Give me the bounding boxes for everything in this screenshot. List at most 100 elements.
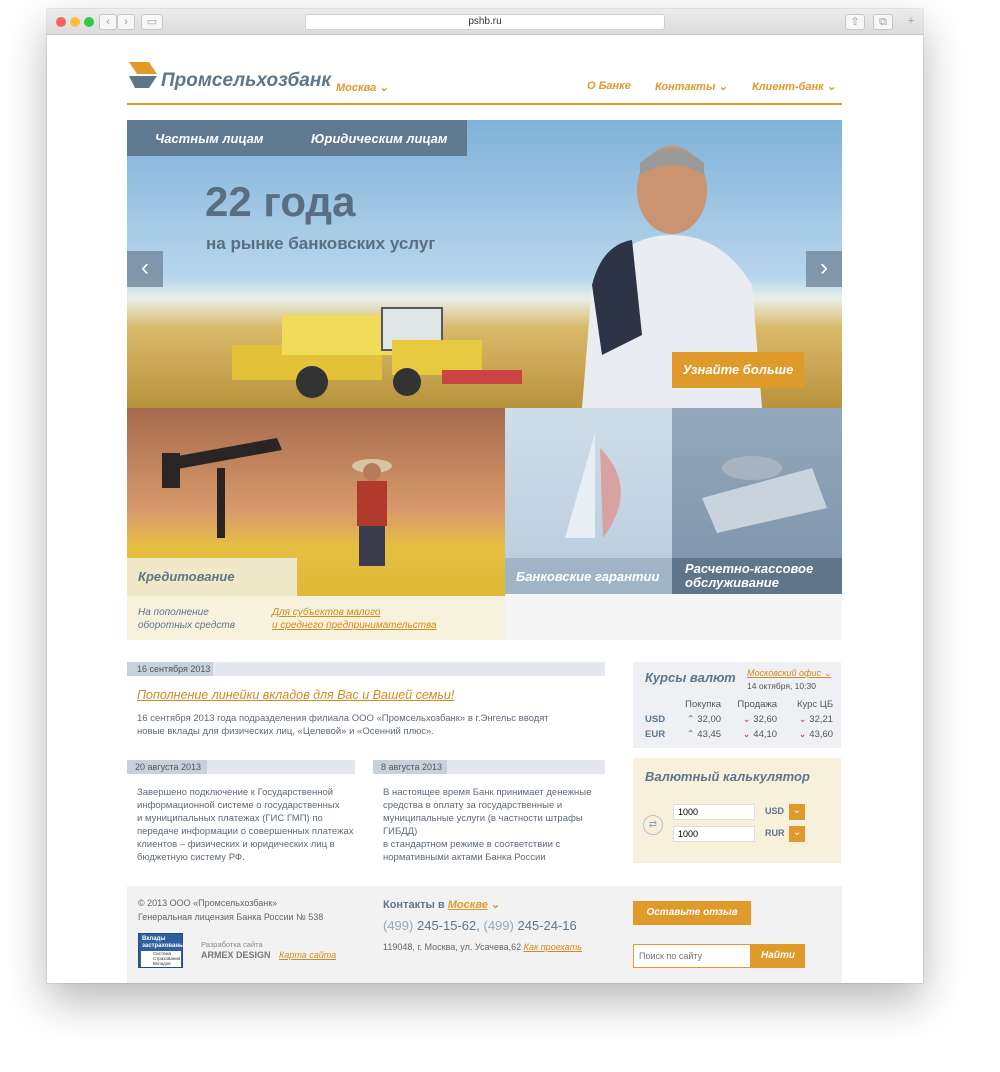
news-main-date-bar: 16 сентября 2013: [127, 662, 605, 676]
zoom-dot-icon[interactable]: [84, 17, 94, 27]
currency-usd: USD: [645, 714, 666, 725]
search-button[interactable]: Найти: [751, 944, 805, 968]
footer-license: Генеральная лицензия Банка России № 538: [138, 912, 324, 922]
logo-text[interactable]: Промсельхозбанк: [161, 70, 331, 92]
minimize-dot-icon[interactable]: [70, 17, 80, 27]
calc-amount-1[interactable]: [673, 804, 755, 820]
cash-services-tile[interactable]: Расчетно-кассовое обслуживание: [672, 408, 842, 594]
share-icon[interactable]: ⇧: [845, 14, 865, 30]
chevron-down-icon[interactable]: ⌄: [789, 826, 805, 842]
phone1: 245-15-62,: [416, 918, 480, 933]
chevron-down-icon[interactable]: ⌄: [789, 804, 805, 820]
news-right-date: 8 августа 2013: [373, 760, 447, 774]
next-arrow-icon[interactable]: ›: [806, 251, 842, 287]
usd-buy: 32,00: [697, 714, 722, 725]
news-main-text: 16 сентября 2013 года подразделения фили…: [137, 713, 549, 737]
guarantees-title: Банковские гарантии: [516, 569, 660, 584]
documents-image: [702, 456, 827, 533]
tiles-bottom-strip: [505, 594, 842, 640]
credit-links: На пополнение оборотных средств Для субъ…: [127, 596, 505, 640]
url-text: pshb.ru: [468, 16, 502, 27]
hero-subtitle: на рынке банковских услуг: [206, 234, 436, 253]
badge-sub: Система Страхования Вкладов: [141, 951, 181, 967]
hero-tabs: Частным лицам Юридическим лицам: [127, 120, 467, 156]
rates-col-sell: Продажа: [737, 699, 778, 710]
rates-col-cb: Курс ЦБ: [796, 699, 834, 710]
news-left-date-bar: 20 августа 2013: [127, 760, 355, 774]
sailboat-image: [565, 433, 621, 538]
arrow-down-icon: ⌄: [742, 714, 751, 725]
credit-link-sme[interactable]: Для субъектов малого и среднего предприн…: [272, 606, 437, 632]
contacts-label: Контакты в: [383, 899, 445, 911]
footer-dev-name[interactable]: ARMEX DESIGN: [201, 950, 271, 960]
news-main-date: 16 сентября 2013: [127, 662, 213, 676]
tab-business[interactable]: Юридическим лицам: [311, 131, 447, 146]
nav-contacts[interactable]: Контакты ⌄: [655, 80, 728, 93]
forward-icon[interactable]: ›: [117, 14, 135, 30]
city-label: Москва: [336, 82, 377, 94]
news-main-title[interactable]: Пополнение линейки вкладов для Вас и Ваш…: [137, 688, 454, 702]
close-dot-icon[interactable]: [56, 17, 66, 27]
swap-icon[interactable]: ⇄: [643, 815, 663, 835]
feedback-button[interactable]: Оставьте отзыв: [633, 901, 751, 925]
news-left-text[interactable]: Завершено подключение к Государственной …: [137, 786, 357, 864]
chevron-down-icon: ⌄: [379, 82, 389, 94]
usd-cb: 32,21: [809, 714, 834, 725]
rates-office-label: Московский офис: [747, 668, 822, 678]
badge-text: Вклады застрахованы: [142, 936, 185, 949]
address-bar[interactable]: pshb.ru: [305, 14, 665, 30]
credit-title: Кредитование: [138, 569, 235, 584]
phone1-code: (499): [383, 918, 414, 933]
route-link[interactable]: Как проехать: [524, 942, 582, 952]
cash-label-box: Расчетно-кассовое обслуживание: [672, 558, 842, 594]
address: 119048, г. Москва, ул. Усачева,62: [383, 942, 522, 952]
phone2-code: (499): [483, 918, 514, 933]
calculator-panel: Валютный калькулятор ⇄ USD ⌄ RUR ⌄: [633, 758, 841, 863]
chevron-down-icon: ⌄: [826, 81, 836, 93]
currency-eur: EUR: [645, 729, 666, 740]
chevron-down-icon: ⌄: [823, 668, 832, 678]
credit-link-working-capital[interactable]: На пополнение оборотных средств: [138, 606, 235, 632]
nav-contacts-label: Контакты: [655, 81, 716, 93]
news-right-date-bar: 8 августа 2013: [373, 760, 605, 774]
calc-currency-2[interactable]: RUR: [765, 828, 785, 838]
eur-sell: 44,10: [753, 729, 778, 740]
nav-about[interactable]: О Банке: [587, 80, 631, 92]
arrow-down-icon: ⌄: [798, 714, 807, 725]
rates-office-selector[interactable]: Московский офис ⌄: [747, 668, 831, 679]
logo-icon[interactable]: [127, 60, 159, 90]
rates-panel: Курсы валют Московский офис ⌄ 14 октября…: [633, 662, 841, 748]
deposit-insurance-badge[interactable]: Вклады застрахованы Система Страхования …: [138, 933, 185, 968]
hero-slider: Частным лицам Юридическим лицам 22 года …: [127, 120, 842, 408]
sidebar-icon[interactable]: ▭: [141, 14, 163, 30]
guarantees-tile[interactable]: Банковские гарантии: [505, 408, 672, 594]
calc-currency-1[interactable]: USD: [765, 806, 784, 816]
rates-row-usd: USD ⌃ 32,00 ⌄ 32,60 ⌄ 32,21: [641, 712, 837, 727]
new-tab-icon[interactable]: +: [903, 14, 919, 30]
browser-toolbar: ‹ › ▭ pshb.ru ⇧ ⧉ +: [47, 9, 923, 35]
footer-copyright: © 2013 ООО «Промсельхозбанк»: [138, 898, 278, 908]
harvester-image: [232, 307, 522, 398]
oil-pump-image: [162, 438, 282, 538]
city-selector[interactable]: Москва ⌄: [336, 81, 388, 94]
search-input[interactable]: [633, 944, 751, 968]
nav-client-bank[interactable]: Клиент-банк ⌄: [752, 80, 836, 93]
arrow-down-icon: ⌄: [742, 729, 751, 740]
back-icon[interactable]: ‹: [99, 14, 117, 30]
header-divider: [127, 103, 842, 105]
tabs-icon[interactable]: ⧉: [873, 14, 893, 30]
eur-cb: 43,60: [809, 729, 834, 740]
chevron-down-icon: ⌄: [718, 81, 728, 93]
tab-private[interactable]: Частным лицам: [155, 131, 264, 146]
news-left-date: 20 августа 2013: [127, 760, 207, 774]
news-right-text[interactable]: В настоящее время Банк принимает денежны…: [383, 786, 613, 864]
rates-table: Покупка Продажа Курс ЦБ USD ⌃ 32,00 ⌄ 32…: [641, 697, 837, 742]
prev-arrow-icon[interactable]: ‹: [127, 251, 163, 287]
contacts-city-selector[interactable]: Москве: [448, 899, 488, 911]
sitemap-link[interactable]: Карта сайта: [279, 950, 336, 960]
cash-title: Расчетно-кассовое обслуживание: [685, 561, 814, 590]
learn-more-button[interactable]: Узнайте больше: [672, 352, 804, 388]
calc-amount-2[interactable]: [673, 826, 755, 842]
credit-tile[interactable]: Кредитование На пополнение оборотных сре…: [127, 408, 505, 640]
eur-buy: 43,45: [697, 729, 722, 740]
